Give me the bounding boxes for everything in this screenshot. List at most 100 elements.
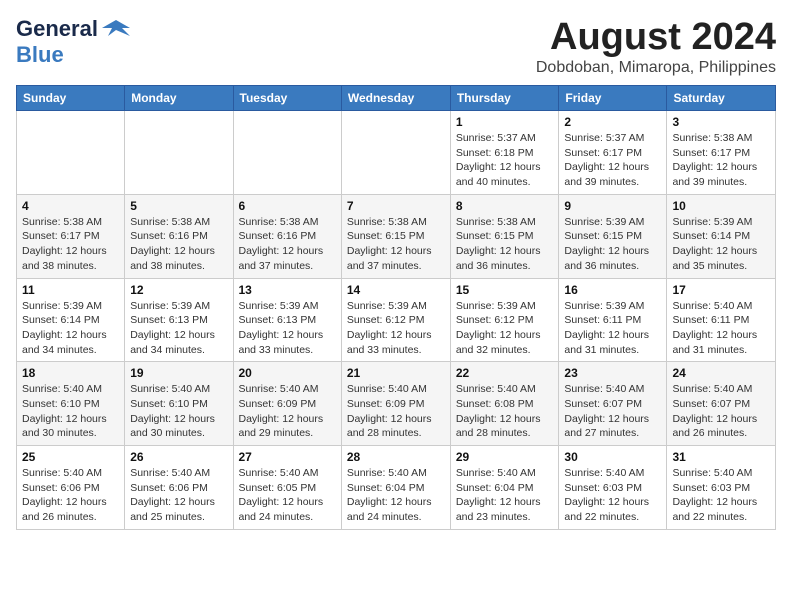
calendar-cell: 19 Sunrise: 5:40 AM Sunset: 6:10 PM Dayli… [125, 362, 233, 446]
day-number: 11 [22, 283, 119, 297]
day-number: 31 [672, 450, 770, 464]
weekday-header-friday: Friday [559, 86, 667, 111]
day-info: Sunrise: 5:39 AM Sunset: 6:15 PM Dayligh… [564, 215, 661, 274]
calendar-cell: 9 Sunrise: 5:39 AM Sunset: 6:15 PM Daylig… [559, 194, 667, 278]
calendar-cell: 4Sunrise: 5:38 AM Sunset: 6:17 PM Daylig… [17, 194, 125, 278]
day-info: Sunrise: 5:40 AM Sunset: 6:04 PM Dayligh… [456, 466, 554, 525]
day-number: 23 [564, 366, 661, 380]
weekday-header-thursday: Thursday [450, 86, 559, 111]
weekday-header-wednesday: Wednesday [341, 86, 450, 111]
calendar-cell: 6Sunrise: 5:38 AM Sunset: 6:16 PM Daylig… [233, 194, 341, 278]
title-section: August 2024 Dobdoban, Mimaropa, Philippi… [536, 16, 776, 77]
day-info: Sunrise: 5:39 AM Sunset: 6:13 PM Dayligh… [130, 299, 227, 358]
calendar-cell: 25 Sunrise: 5:40 AM Sunset: 6:06 PM Dayli… [17, 446, 125, 530]
day-number: 26 [130, 450, 227, 464]
calendar-title: August 2024 [536, 16, 776, 59]
calendar-cell: 2Sunrise: 5:37 AM Sunset: 6:17 PM Daylig… [559, 111, 667, 195]
day-number: 15 [456, 283, 554, 297]
day-number: 1 [456, 115, 554, 129]
day-number: 28 [347, 450, 445, 464]
day-info: Sunrise: 5:40 AM Sunset: 6:09 PM Dayligh… [347, 382, 445, 441]
day-number: 27 [239, 450, 336, 464]
day-number: 25 [22, 450, 119, 464]
calendar-cell [341, 111, 450, 195]
day-number: 24 [672, 366, 770, 380]
day-info: Sunrise: 5:40 AM Sunset: 6:03 PM Dayligh… [564, 466, 661, 525]
calendar-cell: 7 Sunrise: 5:38 AM Sunset: 6:15 PM Daylig… [341, 194, 450, 278]
day-info: Sunrise: 5:39 AM Sunset: 6:12 PM Dayligh… [456, 299, 554, 358]
day-number: 16 [564, 283, 661, 297]
day-number: 13 [239, 283, 336, 297]
calendar-cell: 3 Sunrise: 5:38 AM Sunset: 6:17 PM Daylig… [667, 111, 776, 195]
day-info: Sunrise: 5:37 AM Sunset: 6:18 PM Dayligh… [456, 131, 554, 190]
day-number: 19 [130, 366, 227, 380]
day-info: Sunrise: 5:40 AM Sunset: 6:03 PM Dayligh… [672, 466, 770, 525]
calendar-cell: 8 Sunrise: 5:38 AM Sunset: 6:15 PM Daylig… [450, 194, 559, 278]
weekday-header-saturday: Saturday [667, 86, 776, 111]
calendar-cell: 17Sunrise: 5:40 AM Sunset: 6:11 PM Dayli… [667, 278, 776, 362]
week-row-1: 4Sunrise: 5:38 AM Sunset: 6:17 PM Daylig… [17, 194, 776, 278]
calendar-subtitle: Dobdoban, Mimaropa, Philippines [536, 59, 776, 77]
day-number: 3 [672, 115, 770, 129]
day-info: Sunrise: 5:40 AM Sunset: 6:06 PM Dayligh… [22, 466, 119, 525]
day-number: 30 [564, 450, 661, 464]
calendar-cell: 23 Sunrise: 5:40 AM Sunset: 6:07 PM Dayli… [559, 362, 667, 446]
weekday-header-row: SundayMondayTuesdayWednesdayThursdayFrid… [17, 86, 776, 111]
day-number: 12 [130, 283, 227, 297]
day-info: Sunrise: 5:38 AM Sunset: 6:15 PM Dayligh… [347, 215, 445, 274]
day-info: Sunrise: 5:39 AM Sunset: 6:12 PM Dayligh… [347, 299, 445, 358]
calendar-cell: 16 Sunrise: 5:39 AM Sunset: 6:11 PM Dayli… [559, 278, 667, 362]
day-info: Sunrise: 5:38 AM Sunset: 6:17 PM Dayligh… [672, 131, 770, 190]
logo-bird-icon [102, 18, 130, 40]
calendar-cell: 18 Sunrise: 5:40 AM Sunset: 6:10 PM Dayli… [17, 362, 125, 446]
calendar-cell [17, 111, 125, 195]
day-info: Sunrise: 5:39 AM Sunset: 6:14 PM Dayligh… [672, 215, 770, 274]
day-info: Sunrise: 5:38 AM Sunset: 6:16 PM Dayligh… [130, 215, 227, 274]
day-info: Sunrise: 5:40 AM Sunset: 6:08 PM Dayligh… [456, 382, 554, 441]
calendar-table: SundayMondayTuesdayWednesdayThursdayFrid… [16, 85, 776, 530]
day-info: Sunrise: 5:40 AM Sunset: 6:09 PM Dayligh… [239, 382, 336, 441]
logo-general: General [16, 16, 98, 42]
day-number: 4 [22, 199, 119, 213]
logo: General Blue [16, 16, 130, 68]
logo-blue: Blue [16, 42, 64, 67]
day-info: Sunrise: 5:40 AM Sunset: 6:07 PM Dayligh… [564, 382, 661, 441]
header: General Blue August 2024 Dobdoban, Mimar… [16, 16, 776, 77]
weekday-header-monday: Monday [125, 86, 233, 111]
calendar-cell: 20 Sunrise: 5:40 AM Sunset: 6:09 PM Dayli… [233, 362, 341, 446]
day-number: 5 [130, 199, 227, 213]
day-info: Sunrise: 5:40 AM Sunset: 6:05 PM Dayligh… [239, 466, 336, 525]
day-info: Sunrise: 5:38 AM Sunset: 6:15 PM Dayligh… [456, 215, 554, 274]
calendar-cell: 12 Sunrise: 5:39 AM Sunset: 6:13 PM Dayli… [125, 278, 233, 362]
calendar-cell: 15 Sunrise: 5:39 AM Sunset: 6:12 PM Dayli… [450, 278, 559, 362]
calendar-cell [233, 111, 341, 195]
calendar-cell: 22Sunrise: 5:40 AM Sunset: 6:08 PM Dayli… [450, 362, 559, 446]
day-info: Sunrise: 5:40 AM Sunset: 6:11 PM Dayligh… [672, 299, 770, 358]
calendar-cell: 29 Sunrise: 5:40 AM Sunset: 6:04 PM Dayli… [450, 446, 559, 530]
day-number: 21 [347, 366, 445, 380]
day-info: Sunrise: 5:39 AM Sunset: 6:14 PM Dayligh… [22, 299, 119, 358]
day-number: 7 [347, 199, 445, 213]
day-info: Sunrise: 5:40 AM Sunset: 6:10 PM Dayligh… [22, 382, 119, 441]
calendar-cell: 24Sunrise: 5:40 AM Sunset: 6:07 PM Dayli… [667, 362, 776, 446]
calendar-cell: 11 Sunrise: 5:39 AM Sunset: 6:14 PM Dayli… [17, 278, 125, 362]
day-number: 20 [239, 366, 336, 380]
calendar-cell: 21 Sunrise: 5:40 AM Sunset: 6:09 PM Dayli… [341, 362, 450, 446]
day-number: 9 [564, 199, 661, 213]
day-info: Sunrise: 5:38 AM Sunset: 6:16 PM Dayligh… [239, 215, 336, 274]
calendar-cell: 10Sunrise: 5:39 AM Sunset: 6:14 PM Dayli… [667, 194, 776, 278]
day-number: 18 [22, 366, 119, 380]
day-number: 29 [456, 450, 554, 464]
day-number: 2 [564, 115, 661, 129]
weekday-header-tuesday: Tuesday [233, 86, 341, 111]
day-info: Sunrise: 5:40 AM Sunset: 6:10 PM Dayligh… [130, 382, 227, 441]
weekday-header-sunday: Sunday [17, 86, 125, 111]
day-info: Sunrise: 5:39 AM Sunset: 6:11 PM Dayligh… [564, 299, 661, 358]
week-row-2: 11 Sunrise: 5:39 AM Sunset: 6:14 PM Dayli… [17, 278, 776, 362]
calendar-cell: 30 Sunrise: 5:40 AM Sunset: 6:03 PM Dayli… [559, 446, 667, 530]
week-row-4: 25 Sunrise: 5:40 AM Sunset: 6:06 PM Dayli… [17, 446, 776, 530]
calendar-cell: 13Sunrise: 5:39 AM Sunset: 6:13 PM Dayli… [233, 278, 341, 362]
day-number: 8 [456, 199, 554, 213]
week-row-0: 1 Sunrise: 5:37 AM Sunset: 6:18 PM Daylig… [17, 111, 776, 195]
calendar-cell [125, 111, 233, 195]
